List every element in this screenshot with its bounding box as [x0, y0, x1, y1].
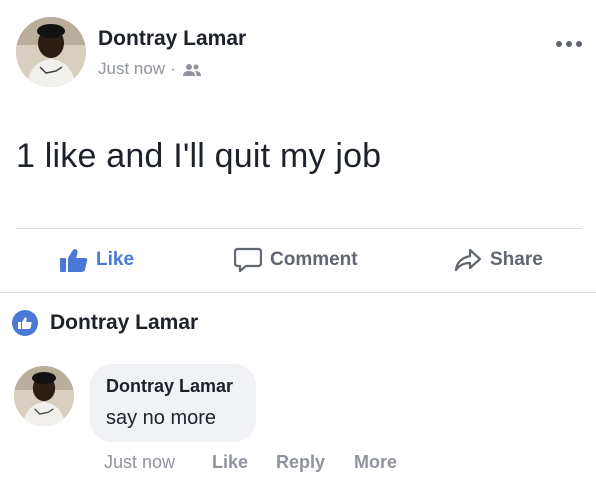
avatar-photo	[16, 17, 86, 87]
divider-top	[16, 228, 582, 229]
comment-reply-button[interactable]: Reply	[276, 452, 325, 473]
post-header: Dontray Lamar Just now ·	[16, 17, 582, 87]
divider-bottom	[0, 292, 596, 293]
comment-icon	[234, 247, 262, 273]
share-label: Share	[490, 249, 543, 270]
share-icon	[454, 248, 482, 272]
thumbs-up-icon	[60, 249, 88, 272]
author-avatar[interactable]	[16, 17, 86, 87]
comment-label: Comment	[270, 249, 358, 270]
like-reaction-icon	[12, 310, 38, 336]
commenter-avatar[interactable]	[14, 366, 74, 426]
share-button[interactable]: Share	[454, 230, 543, 290]
post-meta: Just now ·	[98, 59, 201, 79]
meta-separator: ·	[170, 59, 176, 78]
comment-text: say no more	[106, 407, 217, 429]
more-options-icon[interactable]	[556, 39, 582, 49]
comment-more-button[interactable]: More	[354, 452, 397, 473]
post-action-bar: Like Comment Share	[16, 230, 582, 290]
avatar-photo	[14, 366, 74, 426]
post-text: 1 like and I'll quit my job	[16, 137, 382, 175]
comment-bubble: Dontray Lamar say no more	[90, 364, 256, 442]
like-label: Like	[96, 249, 135, 270]
friends-icon[interactable]	[182, 62, 201, 76]
comment-author[interactable]: Dontray Lamar	[106, 376, 233, 397]
comment-like-button[interactable]: Like	[212, 452, 248, 473]
comment-timestamp[interactable]: Just now	[104, 452, 175, 473]
post-timestamp[interactable]: Just now	[98, 59, 165, 79]
reaction-names: Dontray Lamar	[50, 311, 199, 334]
like-button[interactable]: Like	[60, 230, 134, 290]
comment-button[interactable]: Comment	[234, 230, 358, 290]
author-name[interactable]: Dontray Lamar	[98, 27, 246, 51]
reactions-summary[interactable]: Dontray Lamar	[12, 310, 198, 336]
